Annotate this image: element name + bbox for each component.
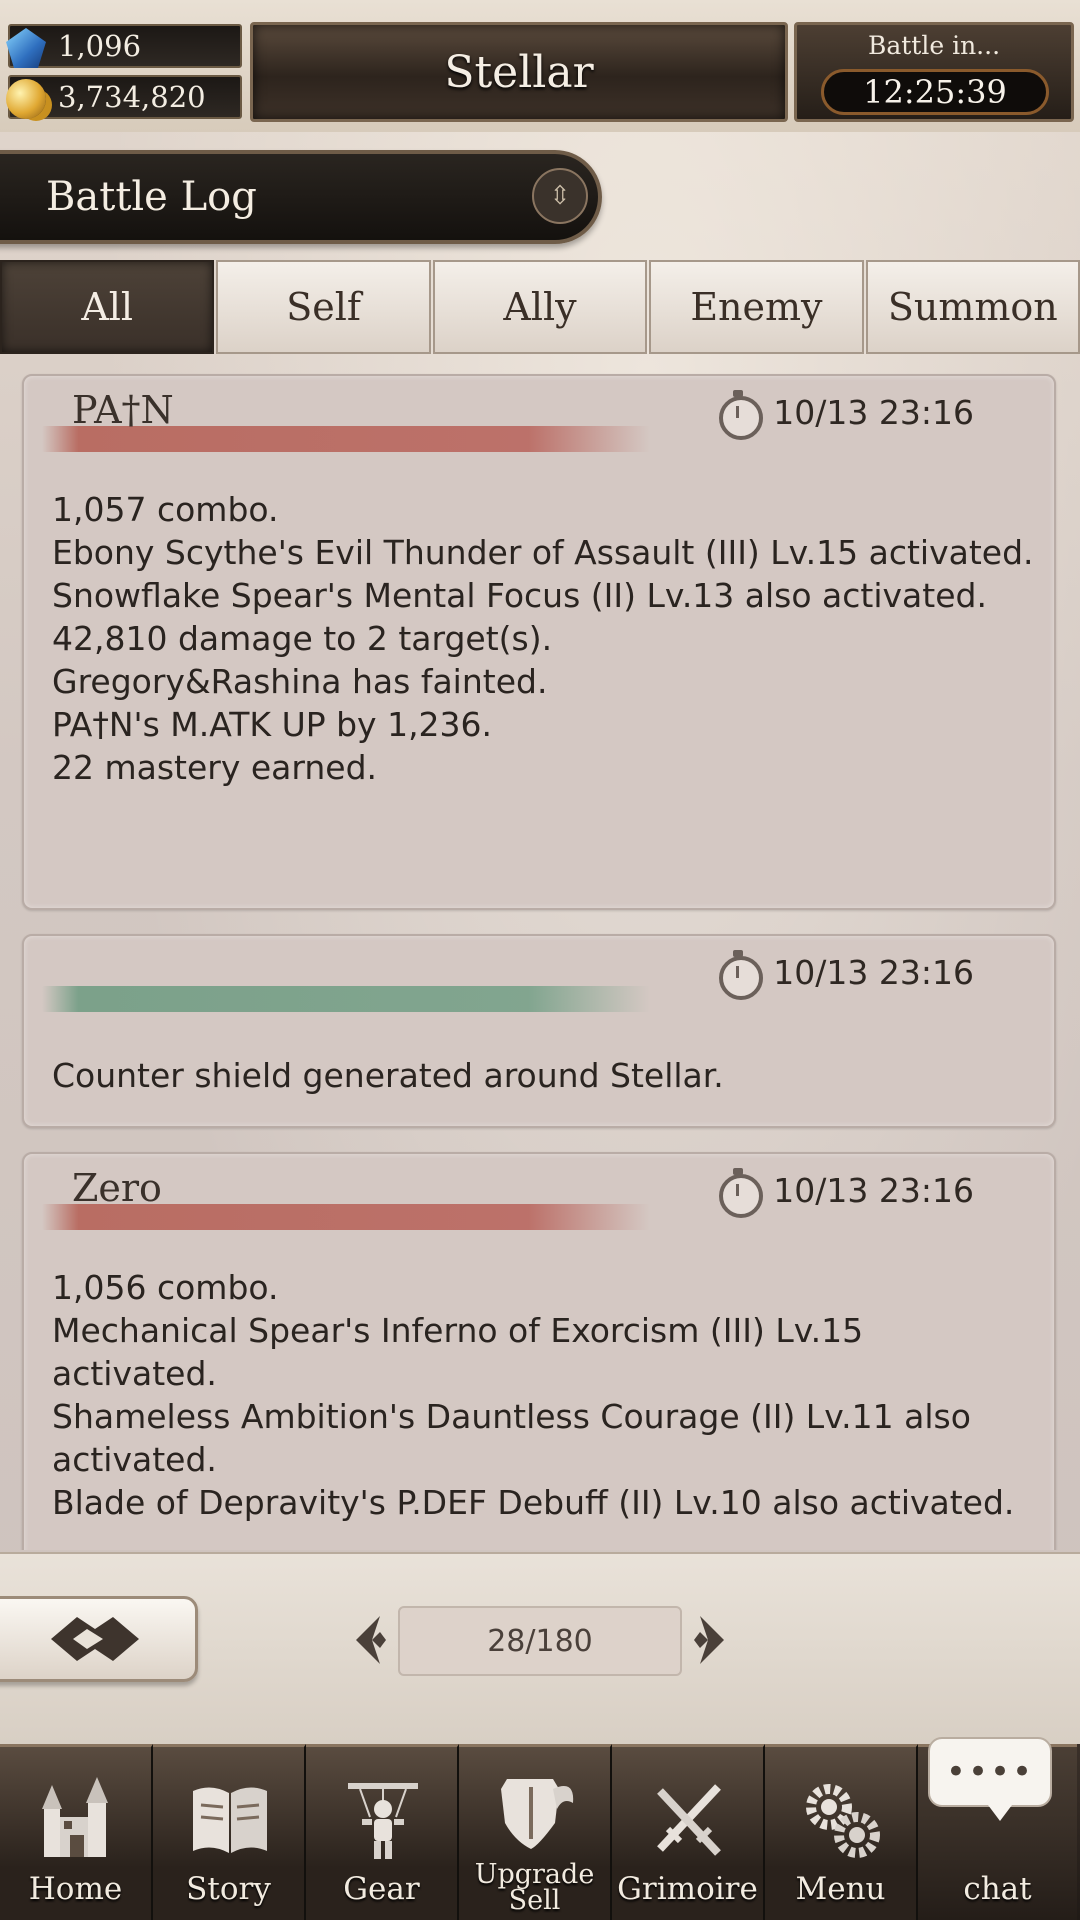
entry-line: 42,810 damage to 2 target(s). <box>52 619 553 658</box>
castle-icon <box>42 1777 108 1857</box>
filter-tabs: All Self Ally Enemy Summon <box>0 260 1080 354</box>
nav-chat[interactable]: •••• chat <box>918 1737 1077 1920</box>
entry-text: 1,057 combo. Ebony Scythe's Evil Thunder… <box>52 488 1036 789</box>
gold-coin-icon <box>6 79 46 119</box>
crossed-swords-icon <box>657 1784 721 1856</box>
ally-stripe <box>42 986 650 1012</box>
next-page-icon[interactable] <box>690 1612 730 1668</box>
tab-all[interactable]: All <box>0 260 215 354</box>
entry-timestamp: 10/13 23:16 <box>719 390 974 440</box>
nav-gear-label: Gear <box>343 1871 420 1907</box>
battle-log-title: Battle Log <box>46 174 257 220</box>
shield-icon <box>501 1779 574 1849</box>
book-icon <box>193 1787 267 1853</box>
nav-upgrade-sell-label: Upgrade Sell <box>474 1859 595 1916</box>
entry-timestamp: 10/13 23:16 <box>719 1168 974 1218</box>
entry-line: Ebony Scythe's Evil Thunder of Assault (… <box>52 533 1034 572</box>
gears-icon <box>806 1784 880 1858</box>
entry-line: Shameless Ambition's Dauntless Courage (… <box>52 1397 971 1479</box>
gold-counter[interactable]: 3,734,820 <box>6 75 242 119</box>
stopwatch-icon <box>719 390 764 440</box>
entry-line: 1,056 combo. <box>52 1268 279 1307</box>
prev-page-icon[interactable] <box>350 1612 390 1668</box>
entry-text: 1,056 combo. Mechanical Spear's Inferno … <box>52 1266 1036 1524</box>
tab-self[interactable]: Self <box>216 260 431 354</box>
puppet-icon <box>348 1783 418 1859</box>
log-entry: 10/13 23:16 Counter shield generated aro… <box>22 934 1056 1128</box>
gem-icon <box>6 28 46 68</box>
stopwatch-icon <box>719 1168 764 1218</box>
stopwatch-icon <box>719 950 764 1000</box>
log-entry: Zero 10/13 23:16 1,056 combo. Mechanical… <box>22 1152 1056 1550</box>
nav-upgrade-sell[interactable]: Upgrade Sell <box>459 1744 612 1920</box>
gem-amount: 1,096 <box>58 29 142 63</box>
entry-line: Gregory&Rashina has fainted. <box>52 662 548 701</box>
top-bar: 1,096 3,734,820 Stellar Battle in... 12:… <box>0 0 1080 132</box>
nav-gear[interactable]: Gear <box>306 1744 459 1920</box>
entry-text: Counter shield generated around Stellar. <box>52 1054 1036 1097</box>
nav-home[interactable]: Home <box>0 1744 153 1920</box>
nav-story-label: Story <box>186 1871 271 1907</box>
nav-chat-label: chat <box>963 1871 1032 1907</box>
chat-bubble-icon: •••• <box>928 1737 1052 1821</box>
entry-line: Snowflake Spear's Mental Focus (II) Lv.1… <box>52 576 987 615</box>
gold-amount: 3,734,820 <box>58 80 206 114</box>
entry-line: PA†N's M.ATK UP by 1,236. <box>52 705 493 744</box>
entry-time: 10/13 23:16 <box>773 1170 974 1210</box>
entry-time: 10/13 23:16 <box>773 392 974 432</box>
nav-story[interactable]: Story <box>153 1744 306 1920</box>
sort-toggle-icon[interactable]: ⇳ <box>532 168 588 224</box>
page-indicator: 28/180 <box>398 1606 682 1676</box>
nav-home-label: Home <box>28 1871 123 1907</box>
log-entry: PA†N 10/13 23:16 1,057 combo. Ebony Scyt… <box>22 374 1056 910</box>
back-arrow-icon <box>51 1617 139 1661</box>
pager-bar: 28/180 <box>0 1552 1080 1744</box>
gem-counter[interactable]: 1,096 <box>6 24 242 68</box>
battle-log-list[interactable]: PA†N 10/13 23:16 1,057 combo. Ebony Scyt… <box>0 368 1080 1550</box>
back-button[interactable] <box>0 1596 198 1682</box>
tab-ally[interactable]: Ally <box>432 260 648 354</box>
battle-log-header: Battle Log ⇳ <box>0 150 602 244</box>
page-title: Stellar <box>250 22 788 122</box>
entry-time: 10/13 23:16 <box>773 952 974 992</box>
tab-summon[interactable]: Summon <box>865 260 1080 354</box>
nav-menu[interactable]: Menu <box>765 1744 918 1920</box>
battle-timer: 12:25:39 <box>821 69 1049 115</box>
entry-line: Counter shield generated around Stellar. <box>52 1056 724 1095</box>
nav-grimoire-label: Grimoire <box>617 1871 758 1907</box>
nav-grimoire[interactable]: Grimoire <box>612 1744 765 1920</box>
entry-line: Blade of Depravity's P.DEF Debuff (II) L… <box>52 1483 1015 1522</box>
battle-countdown[interactable]: Battle in... 12:25:39 <box>794 22 1074 122</box>
entry-line: Mechanical Spear's Inferno of Exorcism (… <box>52 1311 864 1393</box>
nav-menu-label: Menu <box>795 1871 886 1907</box>
tab-enemy[interactable]: Enemy <box>649 260 864 354</box>
entry-line: 22 mastery earned. <box>52 748 378 787</box>
battle-label: Battle in... <box>867 31 1001 60</box>
bottom-nav: Home Story Gear Upgrade Sell Grimoire Me… <box>0 1737 1080 1920</box>
entry-line: 1,057 combo. <box>52 490 279 529</box>
entry-timestamp: 10/13 23:16 <box>719 950 974 1000</box>
entry-actor: Zero <box>72 1166 162 1210</box>
entry-actor: PA†N <box>72 388 174 432</box>
